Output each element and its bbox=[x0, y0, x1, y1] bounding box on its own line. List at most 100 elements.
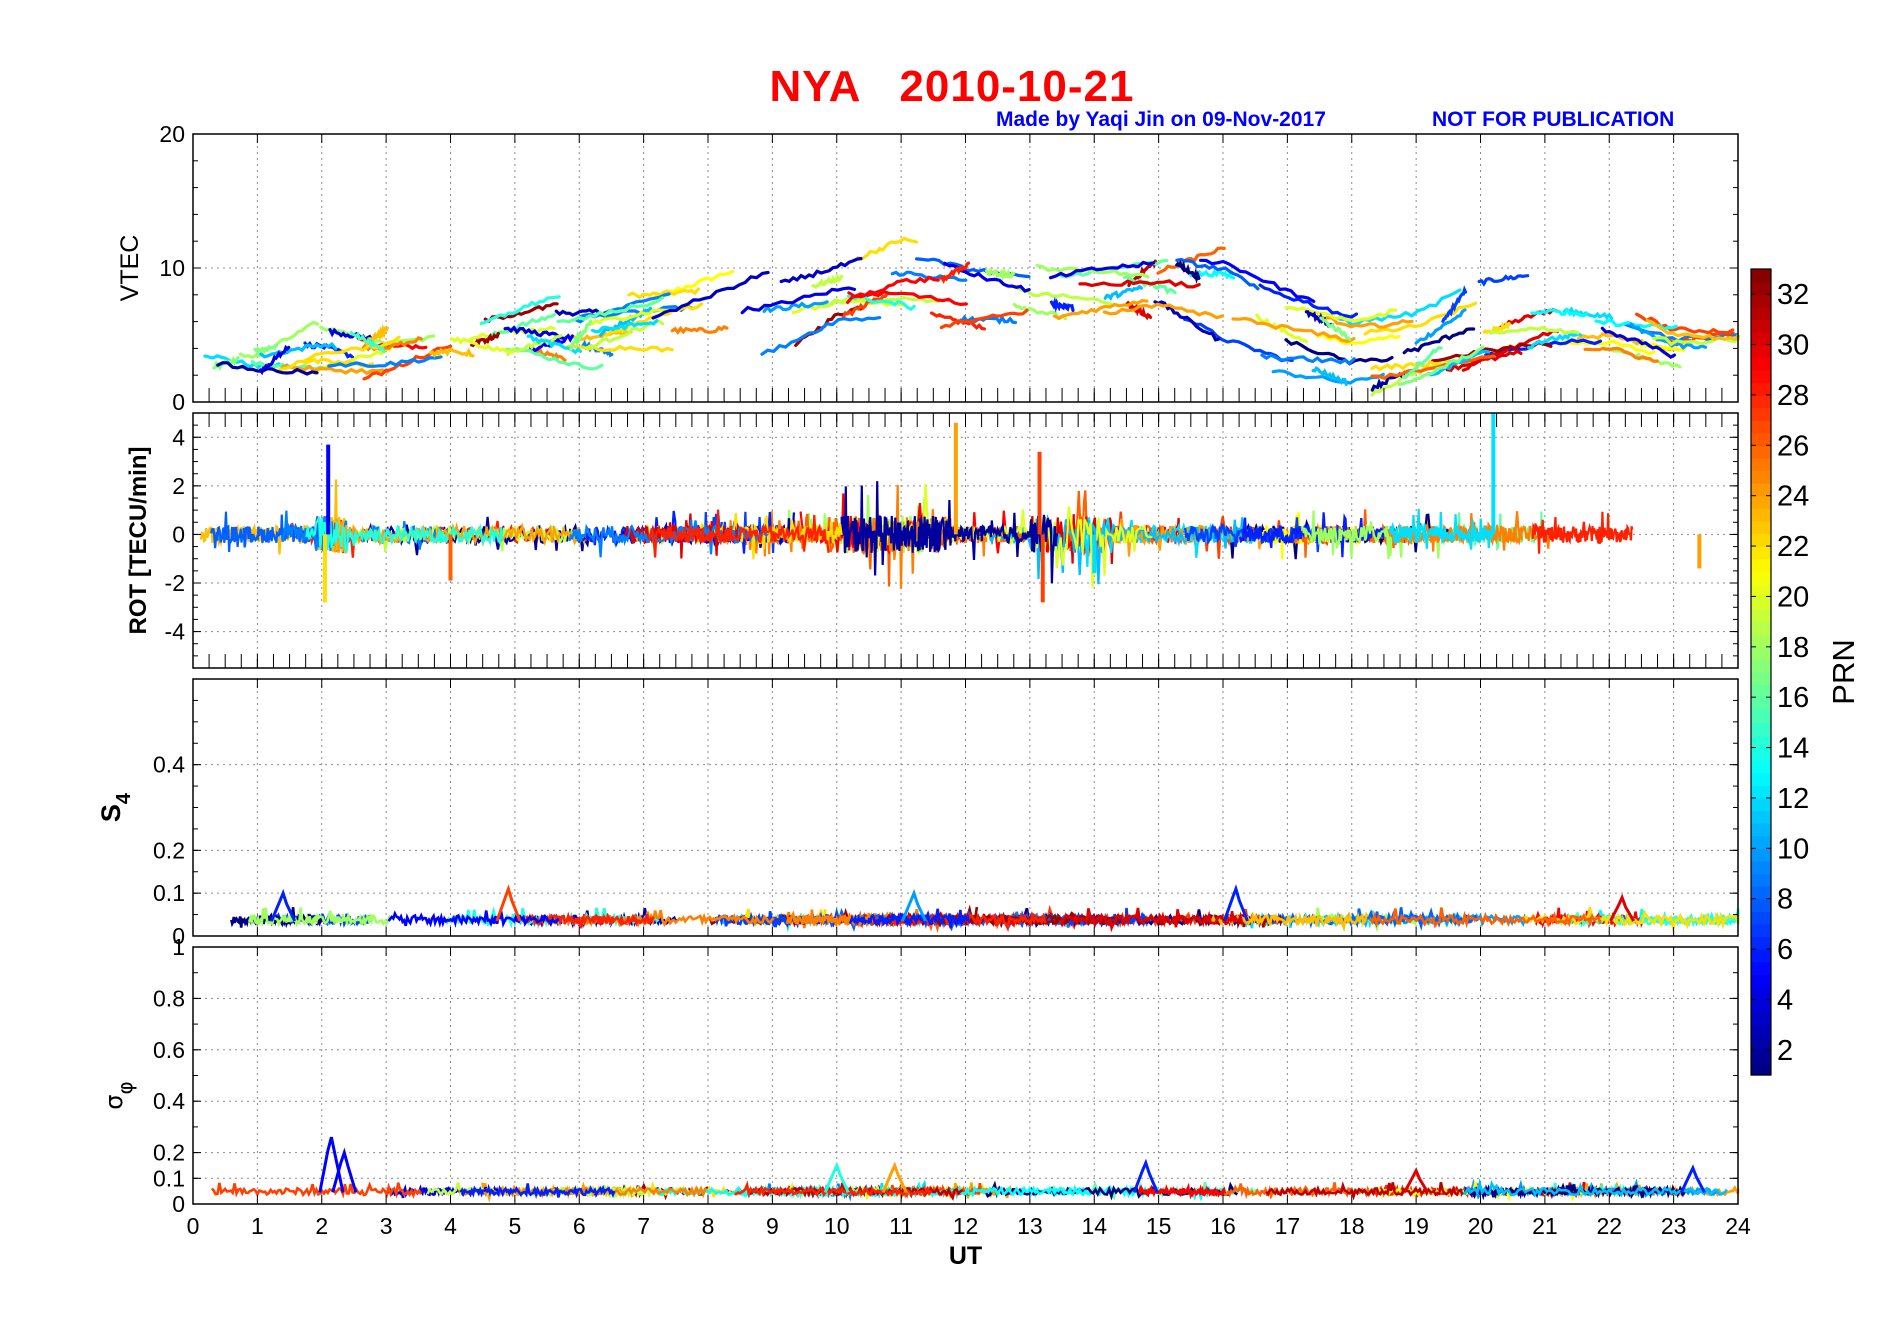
colorbar-segment bbox=[1751, 961, 1771, 975]
colorbar-segment bbox=[1751, 546, 1771, 560]
colorbar-segment bbox=[1751, 1049, 1771, 1064]
colorbar-tick-label: 20 bbox=[1777, 581, 1809, 613]
colorbar-segment bbox=[1751, 407, 1771, 421]
colorbar-segment bbox=[1751, 709, 1771, 723]
y-axis-label: σφ bbox=[100, 1081, 137, 1109]
colorbar-tick-label: 14 bbox=[1777, 733, 1809, 765]
colorbar-tick-label: 2 bbox=[1777, 1035, 1793, 1067]
colorbar-segment bbox=[1751, 382, 1771, 396]
colorbar-segment bbox=[1751, 609, 1771, 623]
colorbar-segment bbox=[1751, 823, 1771, 837]
x-tick-label: 20 bbox=[1468, 1213, 1494, 1239]
colorbar-segment bbox=[1751, 760, 1771, 774]
y-axis-label-subscript: φ bbox=[113, 1081, 137, 1094]
x-tick-label: 17 bbox=[1275, 1213, 1301, 1239]
y-tick-label: -2 bbox=[165, 570, 185, 596]
plot-area bbox=[193, 947, 1738, 1204]
colorbar-segment bbox=[1751, 873, 1771, 887]
y-axis-label-subscript: 4 bbox=[113, 792, 135, 804]
figure-canvas: 01020VTEC -4-2024ROT [TECU/min] 00.10.20… bbox=[96, 121, 1861, 1270]
x-tick-label: 18 bbox=[1339, 1213, 1365, 1239]
x-tick-label: 7 bbox=[637, 1213, 650, 1239]
colorbar-segment bbox=[1751, 886, 1771, 900]
colorbar-tick-label: 22 bbox=[1777, 531, 1809, 563]
colorbar-segment bbox=[1751, 558, 1771, 572]
colorbar-segment bbox=[1751, 508, 1771, 522]
s4-panel: 00.10.20.4S4 bbox=[96, 678, 1740, 949]
x-tick-label: 9 bbox=[766, 1213, 779, 1239]
colorbar-tick-label: 10 bbox=[1777, 833, 1809, 865]
colorbar-tick-label: 16 bbox=[1777, 682, 1809, 714]
y-tick-label: 0.1 bbox=[153, 1165, 185, 1191]
colorbar-segment bbox=[1751, 999, 1771, 1013]
colorbar-segment bbox=[1751, 394, 1771, 409]
x-tick-label: 22 bbox=[1596, 1213, 1622, 1239]
colorbar-segment bbox=[1751, 835, 1771, 849]
colorbar-segment bbox=[1751, 445, 1771, 459]
y-tick-label: 0.8 bbox=[153, 985, 185, 1011]
colorbar-segment bbox=[1751, 974, 1771, 988]
colorbar-segment bbox=[1751, 672, 1771, 686]
colorbar-segment bbox=[1751, 722, 1771, 736]
y-tick-label: 0 bbox=[172, 521, 185, 547]
x-tick-label: 21 bbox=[1532, 1213, 1558, 1239]
plot-area bbox=[193, 679, 1738, 936]
colorbar-segment bbox=[1751, 432, 1771, 446]
colorbar-segment bbox=[1751, 860, 1771, 875]
colorbar-segment bbox=[1751, 520, 1771, 535]
colorbar-tick-label: 8 bbox=[1777, 884, 1793, 916]
colorbar-tick-label: 6 bbox=[1777, 934, 1793, 966]
colorbar-segment bbox=[1751, 1012, 1771, 1026]
y-axis-label: S4 bbox=[96, 792, 135, 822]
colorbar-segment bbox=[1751, 344, 1771, 358]
colorbar-segment bbox=[1751, 772, 1771, 786]
colorbar-segment bbox=[1751, 357, 1771, 371]
y-tick-label: 2 bbox=[172, 473, 185, 499]
y-tick-label: 1 bbox=[172, 934, 185, 960]
y-tick-label: 0 bbox=[172, 1191, 185, 1217]
x-tick-label: 12 bbox=[953, 1213, 979, 1239]
colorbar-segment bbox=[1751, 420, 1771, 434]
colorbar-segment bbox=[1751, 911, 1771, 925]
colorbar-segment bbox=[1751, 596, 1771, 610]
colorbar-segment bbox=[1751, 281, 1771, 295]
colorbar-segment bbox=[1751, 470, 1771, 484]
colorbar-label: PRN bbox=[1826, 639, 1861, 704]
y-tick-label: 0.6 bbox=[153, 1037, 185, 1063]
colorbar-tick-label: 30 bbox=[1777, 330, 1809, 362]
y-tick-label: 0.2 bbox=[153, 837, 185, 863]
y-tick-label: 0.1 bbox=[153, 880, 185, 906]
colorbar-segment bbox=[1751, 319, 1771, 333]
x-tick-label: 24 bbox=[1725, 1213, 1751, 1239]
x-tick-label: 14 bbox=[1081, 1213, 1107, 1239]
vtec-panel: 0 10 20 VTEC bbox=[116, 121, 1740, 415]
colorbar-segment bbox=[1751, 810, 1771, 824]
colorbar-tick-label: 24 bbox=[1777, 481, 1809, 513]
x-tick-label: 23 bbox=[1661, 1213, 1687, 1239]
x-tick-label: 16 bbox=[1210, 1213, 1236, 1239]
colorbar-segment bbox=[1751, 269, 1771, 283]
y-axis-label: VTEC bbox=[116, 235, 144, 302]
prn-colorbar: 2468101214161820222426283032PRN bbox=[1750, 268, 1861, 1076]
colorbar-segment bbox=[1751, 634, 1771, 648]
y-tick-label: 0.4 bbox=[153, 1088, 185, 1114]
x-tick-labels: 0 1 2 3 4 5 6 7 8 9 10 11 12 13 14 15 16 17 18 19 20 21 22 23 24 bbox=[187, 1213, 1751, 1239]
colorbar-segment bbox=[1751, 294, 1771, 308]
y-tick-label: 20 bbox=[159, 121, 185, 147]
colorbar-segment bbox=[1751, 369, 1771, 383]
x-tick-label: 13 bbox=[1017, 1213, 1043, 1239]
y-tick-label: 0.2 bbox=[153, 1140, 185, 1166]
colorbar-segment bbox=[1751, 747, 1771, 761]
colorbar-tick-label: 26 bbox=[1777, 430, 1809, 462]
colorbar-segment bbox=[1751, 848, 1771, 862]
colorbar-tick-label: 4 bbox=[1777, 984, 1793, 1016]
y-tick-label: 10 bbox=[159, 255, 185, 281]
colorbar-tick-label: 12 bbox=[1777, 783, 1809, 815]
rot-panel: -4 -2 0 2 4 ROT [TECU/min] bbox=[125, 412, 1739, 669]
x-tick-label: 0 bbox=[187, 1213, 200, 1239]
colorbar-segment bbox=[1751, 331, 1771, 346]
y-tick-label: 0.4 bbox=[153, 752, 185, 778]
colorbar-segment bbox=[1751, 621, 1771, 635]
colorbar-segment bbox=[1751, 1062, 1771, 1076]
colorbar-segment bbox=[1751, 923, 1771, 938]
